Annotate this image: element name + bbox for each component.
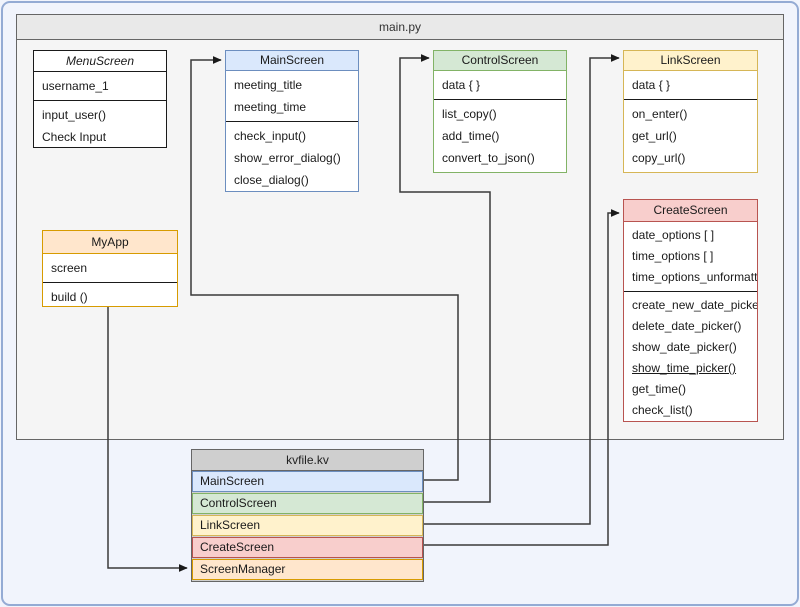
method: list_copy() — [434, 103, 566, 125]
method: on_enter() — [624, 103, 757, 125]
kvfile-container: kvfile.kv MainScreen ControlScreen LinkS… — [191, 449, 424, 582]
methods-section: check_input() show_error_dialog() close_… — [226, 122, 358, 192]
class-title-myapp: MyApp — [43, 231, 177, 254]
method: add_time() — [434, 125, 566, 147]
kvfile-row-createscreen: CreateScreen — [192, 537, 423, 558]
method: copy_url() — [624, 147, 757, 169]
method: show_error_dialog() — [226, 147, 358, 169]
method: get_time() — [624, 379, 757, 400]
method: input_user() — [34, 104, 166, 126]
kvfile-row-screenmanager: ScreenManager — [192, 559, 423, 580]
class-box-createscreen: CreateScreen date_options [ ] time_optio… — [623, 199, 758, 422]
method: get_url() — [624, 125, 757, 147]
method: Check Input — [34, 126, 166, 148]
method: show_time_picker() — [624, 358, 757, 379]
methods-section: on_enter() get_url() copy_url() — [624, 100, 757, 172]
field: date_options [ ] — [624, 225, 757, 246]
method: check_list() — [624, 400, 757, 421]
class-box-menuscreen: MenuScreen username_1 input_user() Check… — [33, 50, 167, 148]
field: username_1 — [34, 75, 166, 97]
method: show_date_picker() — [624, 337, 757, 358]
diagram-canvas: main.py MenuScreen username_1 input_user… — [0, 0, 800, 607]
main-py-title: main.py — [17, 15, 783, 40]
class-title-menuscreen: MenuScreen — [34, 51, 166, 72]
method: build () — [43, 286, 177, 307]
fields-section: date_options [ ] time_options [ ] time_o… — [624, 222, 757, 292]
class-box-linkscreen: LinkScreen data { } on_enter() get_url()… — [623, 50, 758, 173]
fields-section: data { } — [434, 71, 566, 100]
fields-section: meeting_title meeting_time — [226, 71, 358, 122]
class-title-controlscreen: ControlScreen — [434, 51, 566, 71]
class-box-mainscreen: MainScreen meeting_title meeting_time ch… — [225, 50, 359, 192]
fields-section: data { } — [624, 71, 757, 100]
field: time_options [ ] — [624, 246, 757, 267]
class-box-myapp: MyApp screen build () — [42, 230, 178, 307]
kvfile-row-linkscreen: LinkScreen — [192, 515, 423, 536]
class-title-linkscreen: LinkScreen — [624, 51, 757, 71]
field: screen — [43, 257, 177, 279]
field: data { } — [434, 74, 566, 96]
methods-section: create_new_date_picker() delete_date_pic… — [624, 292, 757, 422]
method: convert_to_json() — [434, 147, 566, 169]
class-title-mainscreen: MainScreen — [226, 51, 358, 71]
field: time_options_unformatted [ ] — [624, 267, 757, 288]
method: delete_date_picker() — [624, 316, 757, 337]
fields-section: screen — [43, 254, 177, 283]
class-title-createscreen: CreateScreen — [624, 200, 757, 222]
kvfile-title: kvfile.kv — [192, 450, 423, 471]
field: meeting_time — [226, 96, 358, 118]
method: check_input() — [226, 125, 358, 147]
method: create_new_date_picker() — [624, 295, 757, 316]
fields-section: username_1 — [34, 72, 166, 101]
kvfile-row-mainscreen: MainScreen — [192, 471, 423, 492]
class-box-controlscreen: ControlScreen data { } list_copy() add_t… — [433, 50, 567, 173]
field: data { } — [624, 74, 757, 96]
kvfile-row-controlscreen: ControlScreen — [192, 493, 423, 514]
methods-section: build () — [43, 283, 177, 307]
field: meeting_title — [226, 74, 358, 96]
method: close_dialog() — [226, 169, 358, 191]
methods-section: input_user() Check Input — [34, 101, 166, 148]
methods-section: list_copy() add_time() convert_to_json() — [434, 100, 566, 172]
